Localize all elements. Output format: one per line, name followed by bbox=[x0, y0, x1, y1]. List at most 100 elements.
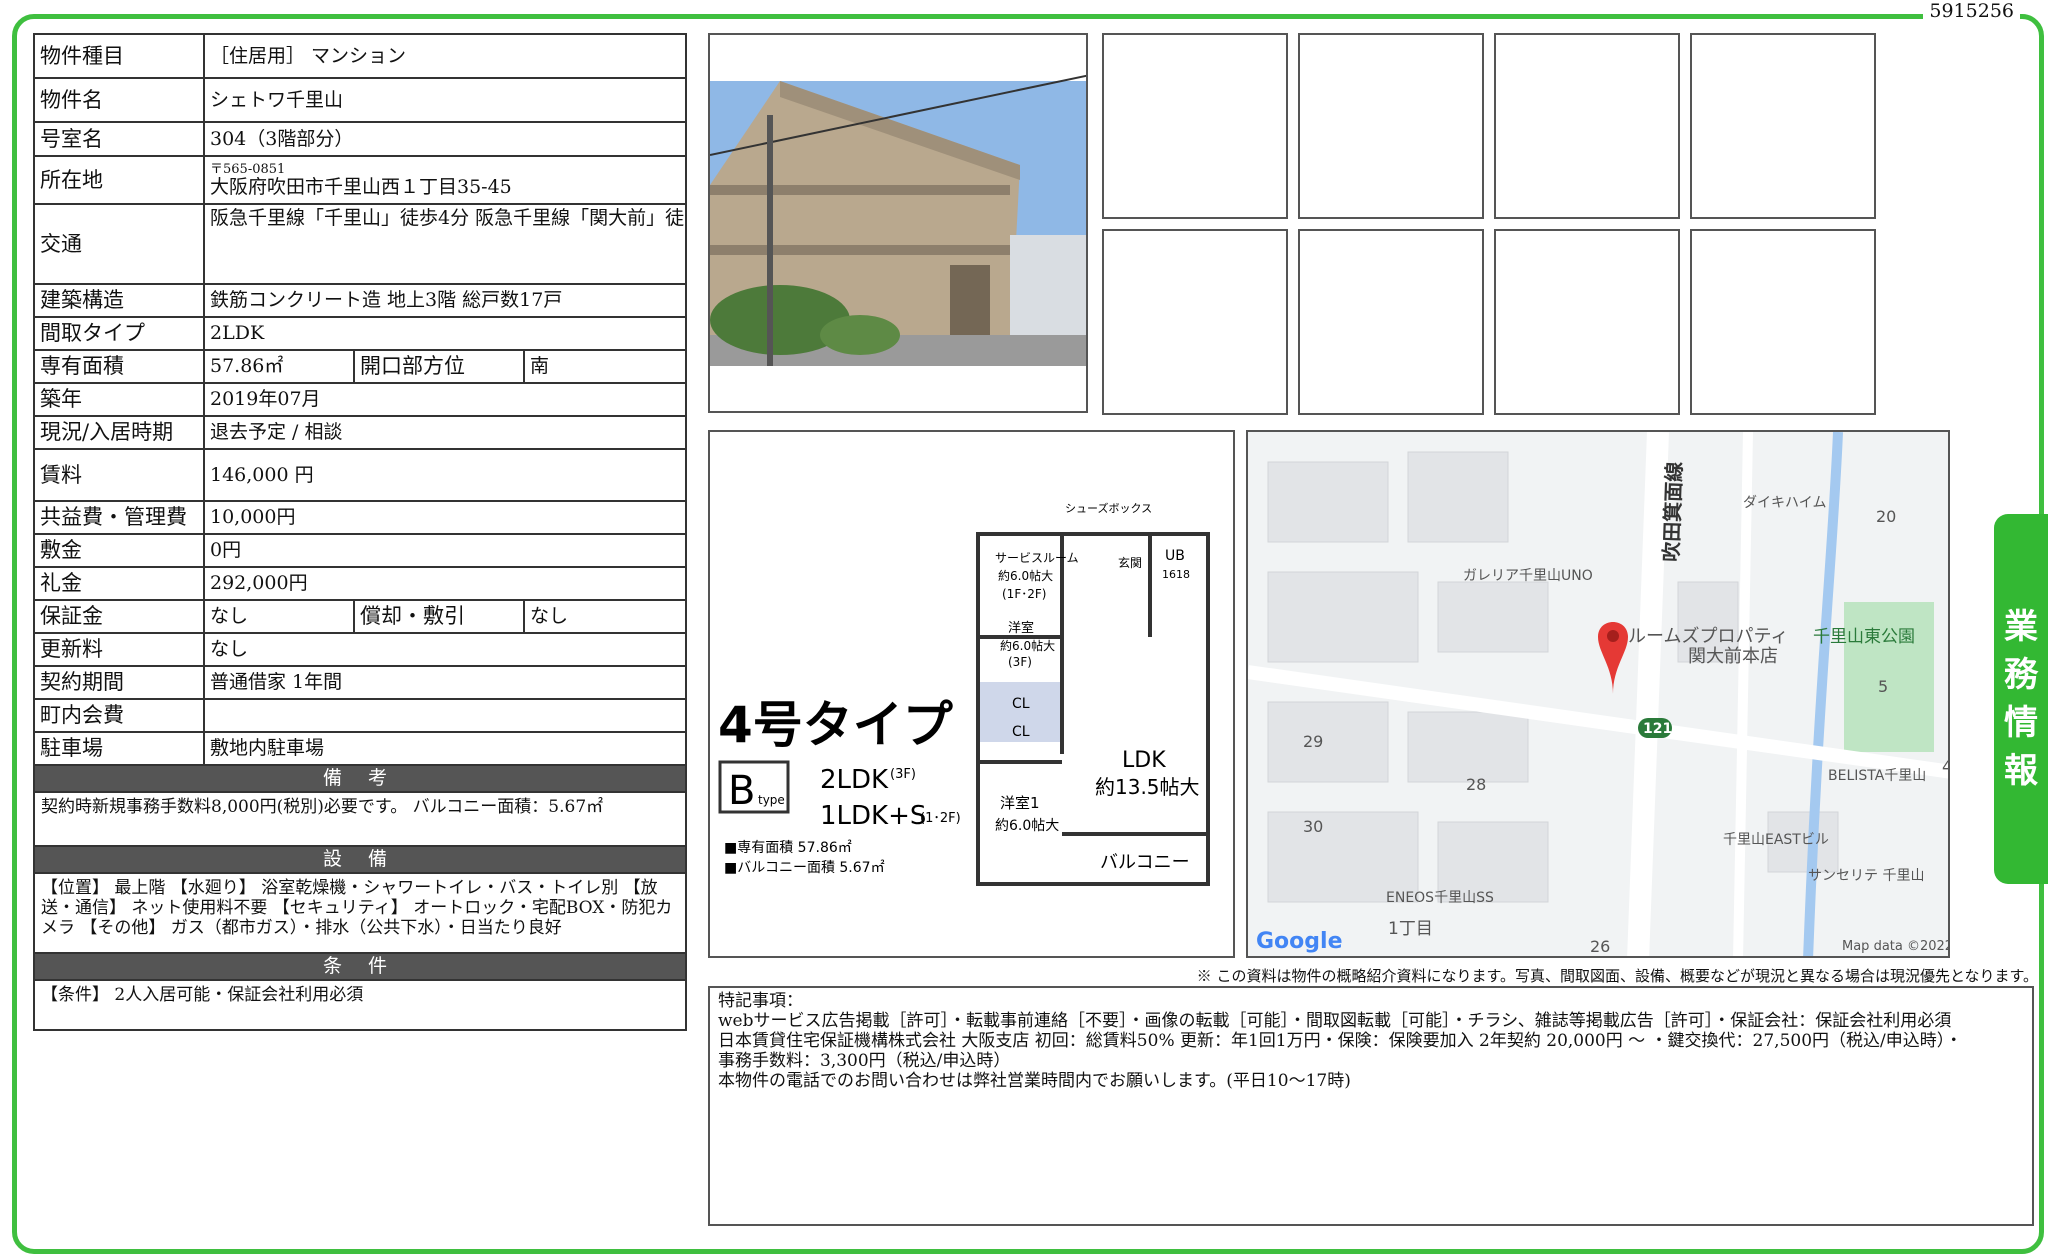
plan-service-label: サービスルーム bbox=[995, 551, 1079, 565]
value-deposit: 0円 bbox=[202, 533, 688, 568]
map-attribution: Map data ©2022 bbox=[1842, 939, 1950, 954]
photo-thumbnail[interactable] bbox=[1690, 33, 1876, 219]
plan-layout1: 2LDK bbox=[820, 765, 889, 795]
plan-layout2-sup: (1･2F) bbox=[920, 811, 961, 826]
label-fee: 共益費・管理費 bbox=[33, 500, 205, 535]
map-drawing: 吹田箕面線 121 ダイキハイム ガレリア千里山UNO ルームズプロパティ 関大… bbox=[1248, 432, 1950, 956]
label-renewal: 更新料 bbox=[33, 632, 205, 667]
photo-thumbnail[interactable] bbox=[1102, 229, 1288, 415]
map-block-number: 29 bbox=[1303, 732, 1323, 751]
map-road-label: 吹田箕面線 bbox=[1659, 461, 1686, 562]
map-label: ルームズプロパティ bbox=[1628, 626, 1788, 647]
value-type: ［住居用］ マンション bbox=[202, 33, 688, 79]
plan-badge-letter: B bbox=[728, 768, 755, 814]
plan-type-title: 4号タイプ bbox=[718, 696, 953, 754]
label-contract: 契約期間 bbox=[33, 665, 205, 700]
label-amortization: 償却・敷引 bbox=[353, 599, 525, 634]
building-photo[interactable] bbox=[708, 33, 1088, 413]
business-info-tab[interactable]: 業 務 情 報 bbox=[1994, 514, 2048, 884]
value-area: 57.86㎡ bbox=[203, 349, 355, 384]
plan-cl: CL bbox=[1012, 696, 1030, 712]
value-room: 304（3階部分） bbox=[202, 121, 688, 157]
value-amortization: なし bbox=[522, 599, 688, 634]
plan-spec2: ■バルコニー面積 5.67㎡ bbox=[724, 860, 885, 876]
value-transit: 阪急千里線「千里山」徒歩4分 阪急千里線「関大前」徒歩6分 bbox=[202, 203, 688, 285]
map-label: 関大前本店 bbox=[1688, 646, 1778, 667]
floor-plan[interactable]: シューズボックス サービスルーム 約6.0帖大 (1F･2F) 玄関 UB 16… bbox=[708, 430, 1235, 958]
label-status: 現況/入居時期 bbox=[33, 415, 205, 450]
plan-ldk-size: 約13.5帖大 bbox=[1095, 775, 1200, 799]
notes-header: 備 考 bbox=[32, 764, 688, 793]
property-info-table: 物件種目 ［住居用］ マンション 物件名 シェトワ千里山 号室名 304（3階部分） … bbox=[32, 33, 688, 1031]
map-label: 千里山EASTビル bbox=[1723, 832, 1829, 848]
map-google-logo: Google bbox=[1256, 929, 1343, 954]
plan-shoes-label: シューズボックス bbox=[1065, 501, 1152, 515]
plan-genkan: 玄関 bbox=[1118, 555, 1142, 570]
side-tab-char: 業 bbox=[2004, 607, 2038, 647]
conditions-header: 条 件 bbox=[32, 952, 688, 981]
value-direction: 南 bbox=[522, 349, 688, 384]
map-block-number: 20 bbox=[1876, 507, 1896, 526]
map-block-number: 28 bbox=[1466, 775, 1486, 794]
label-direction: 開口部方位 bbox=[353, 349, 525, 384]
label-built: 築年 bbox=[33, 382, 205, 417]
value-status: 退去予定 / 相談 bbox=[202, 415, 688, 450]
plan-western1-size: 約6.0帖大 bbox=[995, 818, 1059, 834]
label-address: 所在地 bbox=[33, 155, 205, 205]
value-community bbox=[202, 698, 688, 733]
plan-layout2: 1LDK+S bbox=[820, 801, 926, 831]
label-structure: 建築構造 bbox=[33, 283, 205, 318]
plan-western2-floor: (3F) bbox=[1008, 655, 1032, 669]
photo-thumbnail[interactable] bbox=[1494, 229, 1680, 415]
disclaimer-note: ※ この資料は物件の概略紹介資料になります。写真、間取図面、設備、概要などが現況… bbox=[1196, 967, 2038, 985]
label-deposit: 敷金 bbox=[33, 533, 205, 568]
map-label: 千里山東公園 bbox=[1813, 627, 1915, 647]
label-guarantee: 保証金 bbox=[33, 599, 205, 634]
photo-thumbnail[interactable] bbox=[1690, 229, 1876, 415]
map-block-number: 26 bbox=[1590, 937, 1610, 956]
value-parking: 敷地内駐車場 bbox=[202, 731, 688, 766]
plan-badge-sub: type bbox=[758, 793, 785, 807]
value-key-money: 292,000円 bbox=[202, 566, 688, 601]
special-remarks: 特記事項： webサービス広告掲載［許可］・転載事前連絡［不要］・画像の転載［可… bbox=[708, 986, 2034, 1226]
label-layout: 間取タイプ bbox=[33, 316, 205, 351]
map-label: ガレリア千里山UNO bbox=[1463, 568, 1593, 584]
map-block-number: 4 bbox=[1942, 757, 1950, 776]
location-map[interactable]: 吹田箕面線 121 ダイキハイム ガレリア千里山UNO ルームズプロパティ 関大… bbox=[1246, 430, 1950, 958]
value-layout: 2LDK bbox=[202, 316, 688, 351]
side-tab-char: 報 bbox=[2004, 751, 2038, 791]
equipment-body: 【位置】 最上階 【水廻り】 浴室乾燥機・シャワートイレ・バス・トイレ別 【放送… bbox=[32, 872, 688, 954]
label-community: 町内会費 bbox=[33, 698, 205, 733]
plan-cl: CL bbox=[1012, 724, 1030, 740]
plan-ub: UB bbox=[1165, 548, 1185, 564]
equipment-header: 設 備 bbox=[32, 845, 688, 874]
zip-code: 〒565-0851 bbox=[210, 161, 286, 177]
plan-western1: 洋室1 bbox=[1000, 794, 1040, 812]
map-label: ダイキハイム bbox=[1743, 495, 1826, 511]
label-name: 物件名 bbox=[33, 77, 205, 123]
plan-western2-size: 約6.0帖大 bbox=[1000, 638, 1055, 653]
floor-plan-drawing: シューズボックス サービスルーム 約6.0帖大 (1F･2F) 玄関 UB 16… bbox=[710, 432, 1233, 956]
map-label: サンセリテ 千里山 bbox=[1808, 868, 1924, 884]
photo-thumbnail[interactable] bbox=[1298, 229, 1484, 415]
label-room: 号室名 bbox=[33, 121, 205, 157]
building-illustration bbox=[710, 35, 1086, 411]
map-block-number: 30 bbox=[1303, 817, 1323, 836]
plan-layout1-sup: (3F) bbox=[890, 767, 916, 782]
map-label: ENEOS千里山SS bbox=[1386, 890, 1494, 906]
value-built: 2019年07月 bbox=[202, 382, 688, 417]
plan-service-floor: (1F･2F) bbox=[1002, 587, 1046, 601]
plan-service-size: 約6.0帖大 bbox=[998, 568, 1053, 583]
photo-thumbnail[interactable] bbox=[1298, 33, 1484, 219]
value-rent: 146,000 円 bbox=[202, 448, 688, 502]
value-contract: 普通借家 1年間 bbox=[202, 665, 688, 700]
map-block-number: 5 bbox=[1878, 677, 1888, 696]
notes-body: 契約時新規事務手数料8,000円(税別)必要です。 バルコニー面積：5.67㎡ bbox=[32, 791, 688, 847]
photo-thumbnail[interactable] bbox=[1102, 33, 1288, 219]
plan-balcony: バルコニー bbox=[1100, 852, 1190, 873]
map-label: 1丁目 bbox=[1388, 919, 1433, 939]
address-text: 大阪府吹田市千里山西１丁目35-45 bbox=[210, 175, 512, 198]
value-renewal: なし bbox=[202, 632, 688, 667]
photo-thumbnail[interactable] bbox=[1494, 33, 1680, 219]
label-transit: 交通 bbox=[33, 203, 205, 285]
